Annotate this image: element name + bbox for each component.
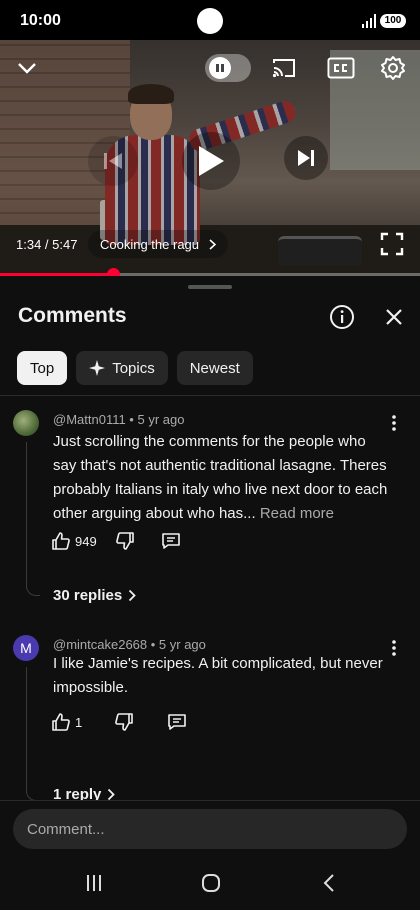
close-button[interactable] — [380, 302, 408, 332]
recent-apps-button[interactable] — [80, 869, 108, 897]
comment-reply-icon — [168, 714, 187, 730]
system-nav-bar — [0, 855, 420, 910]
reply-button[interactable] — [167, 712, 187, 732]
thread-curve — [26, 787, 40, 801]
like-count: 1 — [75, 714, 83, 730]
chapter-title: Cooking the ragu — [100, 236, 200, 252]
comment-text: Just scrolling the comments for the peop… — [53, 430, 393, 526]
info-icon — [330, 305, 354, 329]
comment-actions: 1 — [51, 712, 187, 732]
thumbs-up-icon — [52, 532, 70, 550]
chevron-down-icon — [18, 63, 36, 74]
minimize-button[interactable] — [12, 54, 42, 82]
fullscreen-icon — [380, 232, 404, 256]
battery-icon: 100 — [380, 14, 406, 28]
comment-meta[interactable]: @mintcake2668 • 5 yr ago — [53, 637, 206, 652]
thread-line — [26, 442, 27, 588]
chip-top[interactable]: Top — [17, 351, 68, 385]
chip-label: Topics — [112, 359, 155, 377]
avatar[interactable] — [13, 410, 39, 436]
comments-panel: Comments Top Topics Newest @Mattn0111 • … — [0, 276, 420, 804]
home-icon — [202, 874, 220, 892]
next-button[interactable] — [284, 136, 328, 180]
dislike-button[interactable] — [114, 712, 134, 732]
comment-actions: 949 — [51, 531, 181, 551]
gear-icon — [381, 56, 405, 80]
comment-reply-icon — [161, 533, 180, 549]
close-icon — [386, 309, 402, 325]
replies-count: 30 replies — [53, 587, 123, 604]
like-button[interactable]: 949 — [51, 531, 97, 551]
sparkle-icon — [89, 360, 106, 376]
closed-captions-icon — [327, 57, 355, 79]
play-icon — [199, 146, 224, 176]
play-button[interactable] — [182, 132, 240, 190]
thread-curve — [26, 582, 40, 596]
more-vert-icon — [392, 415, 396, 431]
chip-topics[interactable]: Topics — [76, 351, 168, 385]
thumbs-up-icon — [52, 713, 70, 731]
divider — [0, 395, 420, 396]
sort-chips: Top Topics Newest — [17, 351, 253, 385]
previous-button[interactable] — [88, 136, 138, 186]
read-more-link[interactable]: Read more — [260, 505, 334, 522]
chevron-right-icon — [129, 589, 136, 602]
view-replies-button[interactable]: 30 replies — [53, 587, 136, 604]
like-count: 949 — [75, 533, 97, 549]
comment-input[interactable] — [13, 809, 407, 849]
thread-line — [26, 667, 27, 793]
autoplay-toggle[interactable] — [205, 54, 251, 82]
status-time: 10:00 — [20, 12, 61, 29]
captions-button[interactable] — [325, 54, 357, 82]
info-button[interactable] — [327, 302, 357, 332]
skip-next-icon — [298, 150, 314, 166]
status-bar: 10:00 100 — [0, 0, 420, 40]
comment-body: Just scrolling the comments for the peop… — [53, 433, 388, 522]
front-camera — [197, 8, 223, 34]
chip-newest[interactable]: Newest — [176, 351, 253, 385]
signal-icon — [362, 14, 376, 28]
settings-button[interactable] — [378, 53, 408, 83]
thumbs-down-icon — [115, 532, 134, 550]
cast-icon — [272, 59, 295, 78]
chapter-button[interactable]: Cooking the ragu — [88, 230, 229, 258]
back-icon — [323, 874, 334, 892]
like-button[interactable]: 1 — [51, 712, 82, 732]
drag-handle[interactable] — [188, 285, 232, 289]
thumbs-down-icon — [115, 713, 134, 731]
comment-body: I like Jamie's recipes. A bit complicate… — [53, 655, 383, 696]
recent-apps-icon — [87, 875, 101, 891]
comment-meta[interactable]: @Mattn0111 • 5 yr ago — [53, 412, 184, 427]
panel-title: Comments — [18, 304, 127, 327]
fullscreen-button[interactable] — [378, 230, 406, 258]
chevron-right-icon — [209, 238, 217, 250]
comment-text: I like Jamie's recipes. A bit complicate… — [53, 652, 393, 700]
dislike-button[interactable] — [115, 531, 135, 551]
time-display: 1:34 / 5:47 — [16, 237, 78, 252]
home-button[interactable] — [197, 869, 225, 897]
chip-label: Top — [30, 359, 55, 377]
skip-previous-icon — [104, 153, 122, 169]
video-player[interactable]: 1:34 / 5:47 Cooking the ragu — [0, 40, 420, 276]
reply-button[interactable] — [161, 531, 181, 551]
chip-label: Newest — [189, 359, 240, 377]
comment-composer — [0, 800, 420, 855]
pause-icon — [209, 57, 231, 79]
cast-button[interactable] — [268, 54, 300, 82]
avatar[interactable]: M — [13, 635, 39, 661]
back-button[interactable] — [315, 869, 343, 897]
